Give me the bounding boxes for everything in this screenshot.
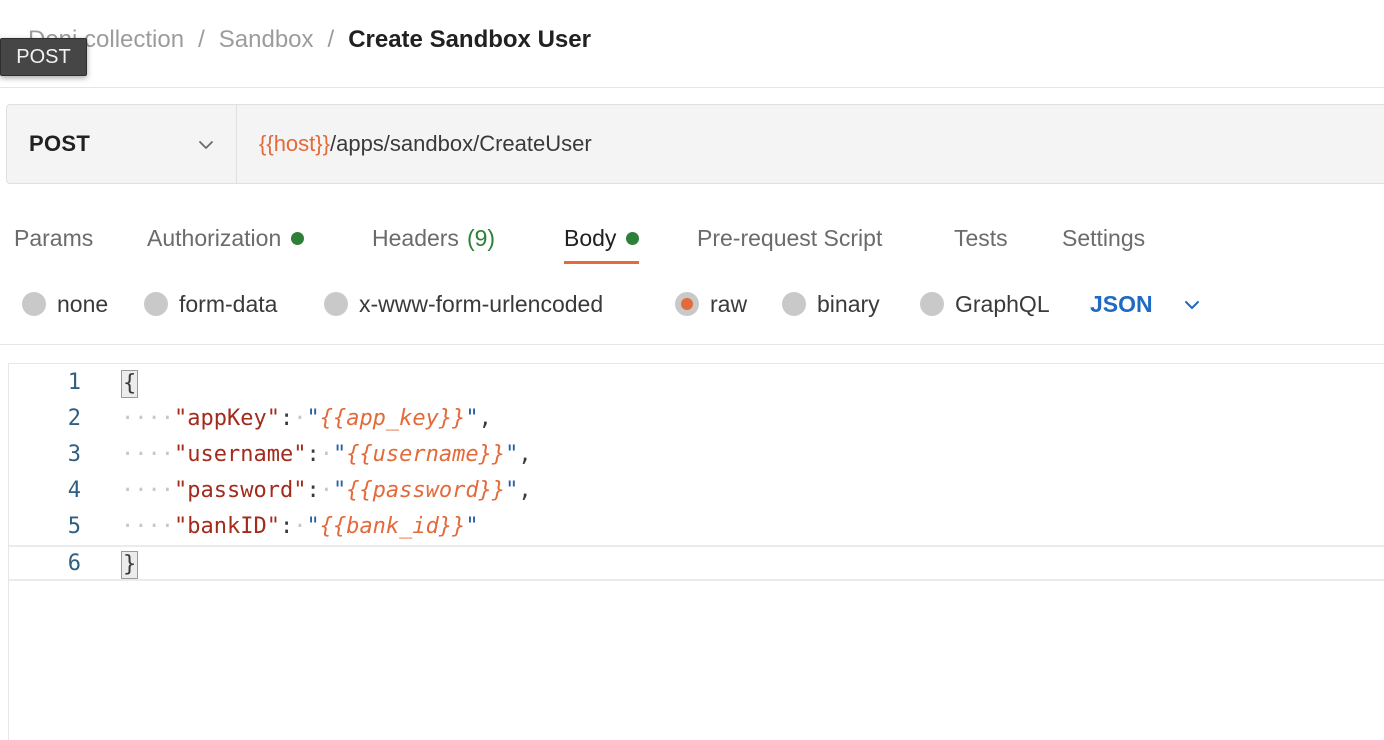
code-line: 5 ····"bankID":·"{{bank_id}}" <box>9 510 1384 546</box>
method-label: POST <box>29 131 91 156</box>
tab-label: Tests <box>954 224 1008 251</box>
breadcrumb-separator: / <box>198 26 205 53</box>
radio-button-icon <box>782 292 806 316</box>
radio-label: form-data <box>179 290 278 317</box>
method-select[interactable]: POST <box>7 105 237 183</box>
line-number: 1 <box>67 370 81 395</box>
json-key: "password" <box>173 478 307 503</box>
request-title[interactable]: Create Sandbox User <box>348 26 591 54</box>
format-select[interactable]: JSON <box>1090 284 1199 324</box>
code-line: 4 ····"password":·"{{password}}", <box>9 474 1384 510</box>
tab-params[interactable]: Params <box>14 210 93 266</box>
radio-selected-dot <box>681 298 693 310</box>
chevron-down-icon <box>1185 301 1199 309</box>
breadcrumb-folder[interactable]: Sandbox <box>219 26 314 54</box>
line-number: 5 <box>67 514 81 539</box>
trailing-comma: , <box>478 406 492 431</box>
url-input[interactable]: {{host}}/apps/sandbox/CreateUser <box>237 105 1384 183</box>
json-key: "appKey" <box>173 406 280 431</box>
url-path: /apps/sandbox/CreateUser <box>329 131 592 156</box>
status-dot-icon <box>291 231 305 245</box>
code-content: ····"appKey":·"{{app_key}}", <box>121 406 492 431</box>
radio-button-icon <box>144 292 168 316</box>
format-label: JSON <box>1090 290 1153 317</box>
chevron-down-icon <box>199 141 213 149</box>
tab-authorization[interactable]: Authorization <box>147 210 305 266</box>
tab-label: Pre-request Script <box>697 224 883 251</box>
open-brace: { <box>121 370 139 398</box>
radio-selected-icon <box>675 292 699 316</box>
close-brace: } <box>121 551 139 579</box>
radio-label: x-www-form-urlencoded <box>359 290 604 317</box>
json-value-variable: {{app_key}} <box>319 406 466 431</box>
code-editor[interactable]: 1 { 2 ····"appKey":·"{{app_key}}", 3 ···… <box>8 363 1384 740</box>
radio-form-data[interactable]: form-data <box>144 284 277 324</box>
tab-pre-request-script[interactable]: Pre-request Script <box>697 210 882 266</box>
radio-label: raw <box>710 290 748 317</box>
editor-divider <box>0 344 1384 345</box>
line-number: 6 <box>67 551 81 576</box>
code-content: } <box>121 551 139 579</box>
json-key: "username" <box>173 442 307 467</box>
radio-graphql[interactable]: GraphQL <box>920 284 1050 324</box>
line-number: 2 <box>67 406 81 431</box>
method-tooltip: POST <box>0 38 87 76</box>
radio-label: GraphQL <box>955 290 1050 317</box>
breadcrumb: Deni collection / Sandbox / Create Sandb… <box>28 22 591 58</box>
url-host-variable: {{host}} <box>259 131 330 156</box>
radio-binary[interactable]: binary <box>782 284 880 324</box>
code-line: 1 { <box>9 366 1384 402</box>
code-content: { <box>121 370 139 398</box>
code-line: 2 ····"appKey":·"{{app_key}}", <box>9 402 1384 438</box>
tab-label: Settings <box>1062 224 1146 251</box>
active-tab-underline <box>564 261 640 264</box>
json-value-variable: {{bank_id}} <box>319 514 466 539</box>
tab-headers[interactable]: Headers (9) <box>372 210 495 266</box>
radio-x-www-form-urlencoded[interactable]: x-www-form-urlencoded <box>324 284 603 324</box>
tab-label: Params <box>14 224 94 251</box>
radio-button-icon <box>920 292 944 316</box>
json-value-variable: {{password}} <box>346 478 506 503</box>
tab-label: Headers <box>372 224 459 251</box>
json-value-variable: {{username}} <box>346 442 506 467</box>
code-line: 3 ····"username":·"{{username}}", <box>9 438 1384 474</box>
radio-label: binary <box>817 290 880 317</box>
radio-label: none <box>57 290 109 317</box>
tab-tests[interactable]: Tests <box>954 210 1008 266</box>
tab-settings[interactable]: Settings <box>1062 210 1145 266</box>
header-divider <box>0 87 1384 88</box>
code-content: ····"bankID":·"{{bank_id}}" <box>121 514 479 539</box>
request-editor-page: Deni collection / Sandbox / Create Sandb… <box>0 0 1384 740</box>
tab-label: Body <box>564 224 617 251</box>
code-content: ····"password":·"{{password}}", <box>121 478 532 503</box>
breadcrumb-separator: / <box>327 26 335 53</box>
radio-button-icon <box>324 292 348 316</box>
trailing-comma: , <box>518 442 532 467</box>
code-line-active: 6 } <box>9 545 1384 581</box>
radio-button-icon <box>22 292 46 316</box>
code-content: ····"username":·"{{username}}", <box>121 442 532 467</box>
json-key: "bankID" <box>173 514 280 539</box>
radio-none[interactable]: none <box>22 284 108 324</box>
request-bar: POST {{host}}/apps/sandbox/CreateUser <box>6 104 1384 184</box>
radio-raw[interactable]: raw <box>675 284 747 324</box>
status-dot-icon <box>626 231 640 245</box>
tab-label: Authorization <box>147 224 282 251</box>
trailing-comma: , <box>518 478 532 503</box>
line-number: 3 <box>67 442 81 467</box>
tab-body[interactable]: Body <box>564 210 640 266</box>
headers-count: (9) <box>466 224 496 251</box>
line-number: 4 <box>67 478 81 503</box>
